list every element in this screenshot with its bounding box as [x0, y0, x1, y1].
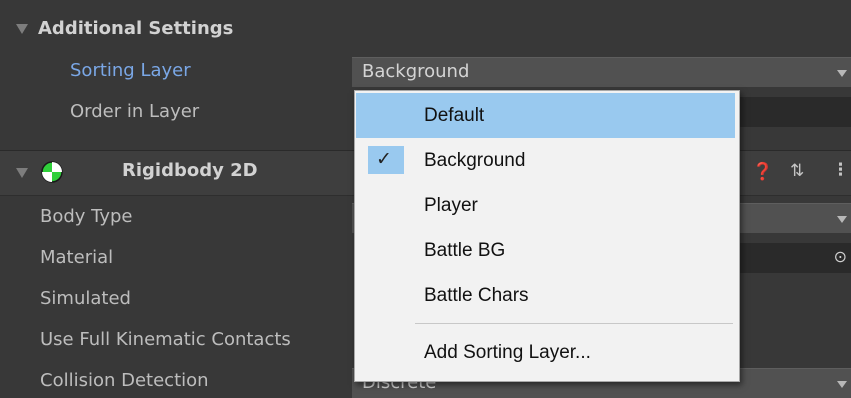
- sorting-layer-label: Sorting Layer: [70, 60, 191, 81]
- menu-item-battle-chars[interactable]: Battle Chars: [356, 273, 735, 318]
- collapse-triangle-icon[interactable]: [16, 24, 28, 34]
- section-title[interactable]: Additional Settings: [38, 18, 233, 39]
- help-icon[interactable]: ❓: [752, 162, 773, 182]
- prop-simulated: Simulated: [40, 288, 131, 309]
- prop-material: Material: [40, 247, 114, 268]
- rigidbody2d-icon: [41, 161, 63, 183]
- material-field[interactable]: ⊙: [740, 243, 851, 273]
- menu-item-battle-bg[interactable]: Battle BG: [356, 228, 735, 273]
- menu-item-label: Battle Chars: [424, 285, 529, 306]
- prop-use-full-kinematic-contacts: Use Full Kinematic Contacts: [40, 329, 291, 350]
- sorting-layer-value: Background: [362, 61, 470, 82]
- object-picker-icon[interactable]: ⊙: [834, 247, 847, 266]
- menu-item-label: Background: [424, 150, 526, 171]
- order-in-layer-label: Order in Layer: [70, 101, 200, 122]
- order-in-layer-field[interactable]: [740, 97, 851, 127]
- menu-item-add-sorting-layer[interactable]: Add Sorting Layer...: [356, 330, 735, 375]
- menu-item-label: Default: [424, 105, 485, 126]
- prop-body-type: Body Type: [40, 206, 133, 227]
- prop-collision-detection: Collision Detection: [40, 370, 209, 391]
- checkmark-icon: ✓: [368, 146, 404, 174]
- sorting-layer-dropdown[interactable]: Background: [352, 57, 851, 87]
- menu-item-label: Player: [424, 195, 478, 216]
- chevron-down-icon: [837, 216, 847, 223]
- menu-item-default[interactable]: Default: [356, 93, 735, 138]
- menu-item-label: Battle BG: [424, 240, 506, 261]
- chevron-down-icon: [837, 70, 847, 77]
- component-title: Rigidbody 2D: [122, 160, 258, 181]
- presets-icon[interactable]: ⇅: [790, 161, 804, 181]
- collapse-triangle-icon[interactable]: [16, 168, 28, 178]
- menu-separator: [415, 323, 733, 324]
- chevron-down-icon: [837, 381, 847, 388]
- menu-item-player[interactable]: Player: [356, 183, 735, 228]
- sorting-layer-menu: Default ✓ Background Player Battle BG Ba…: [354, 90, 740, 382]
- menu-item-background[interactable]: ✓ Background: [356, 138, 735, 183]
- kebab-menu-icon[interactable]: ⋮: [832, 160, 849, 180]
- menu-item-label: Add Sorting Layer...: [424, 342, 591, 363]
